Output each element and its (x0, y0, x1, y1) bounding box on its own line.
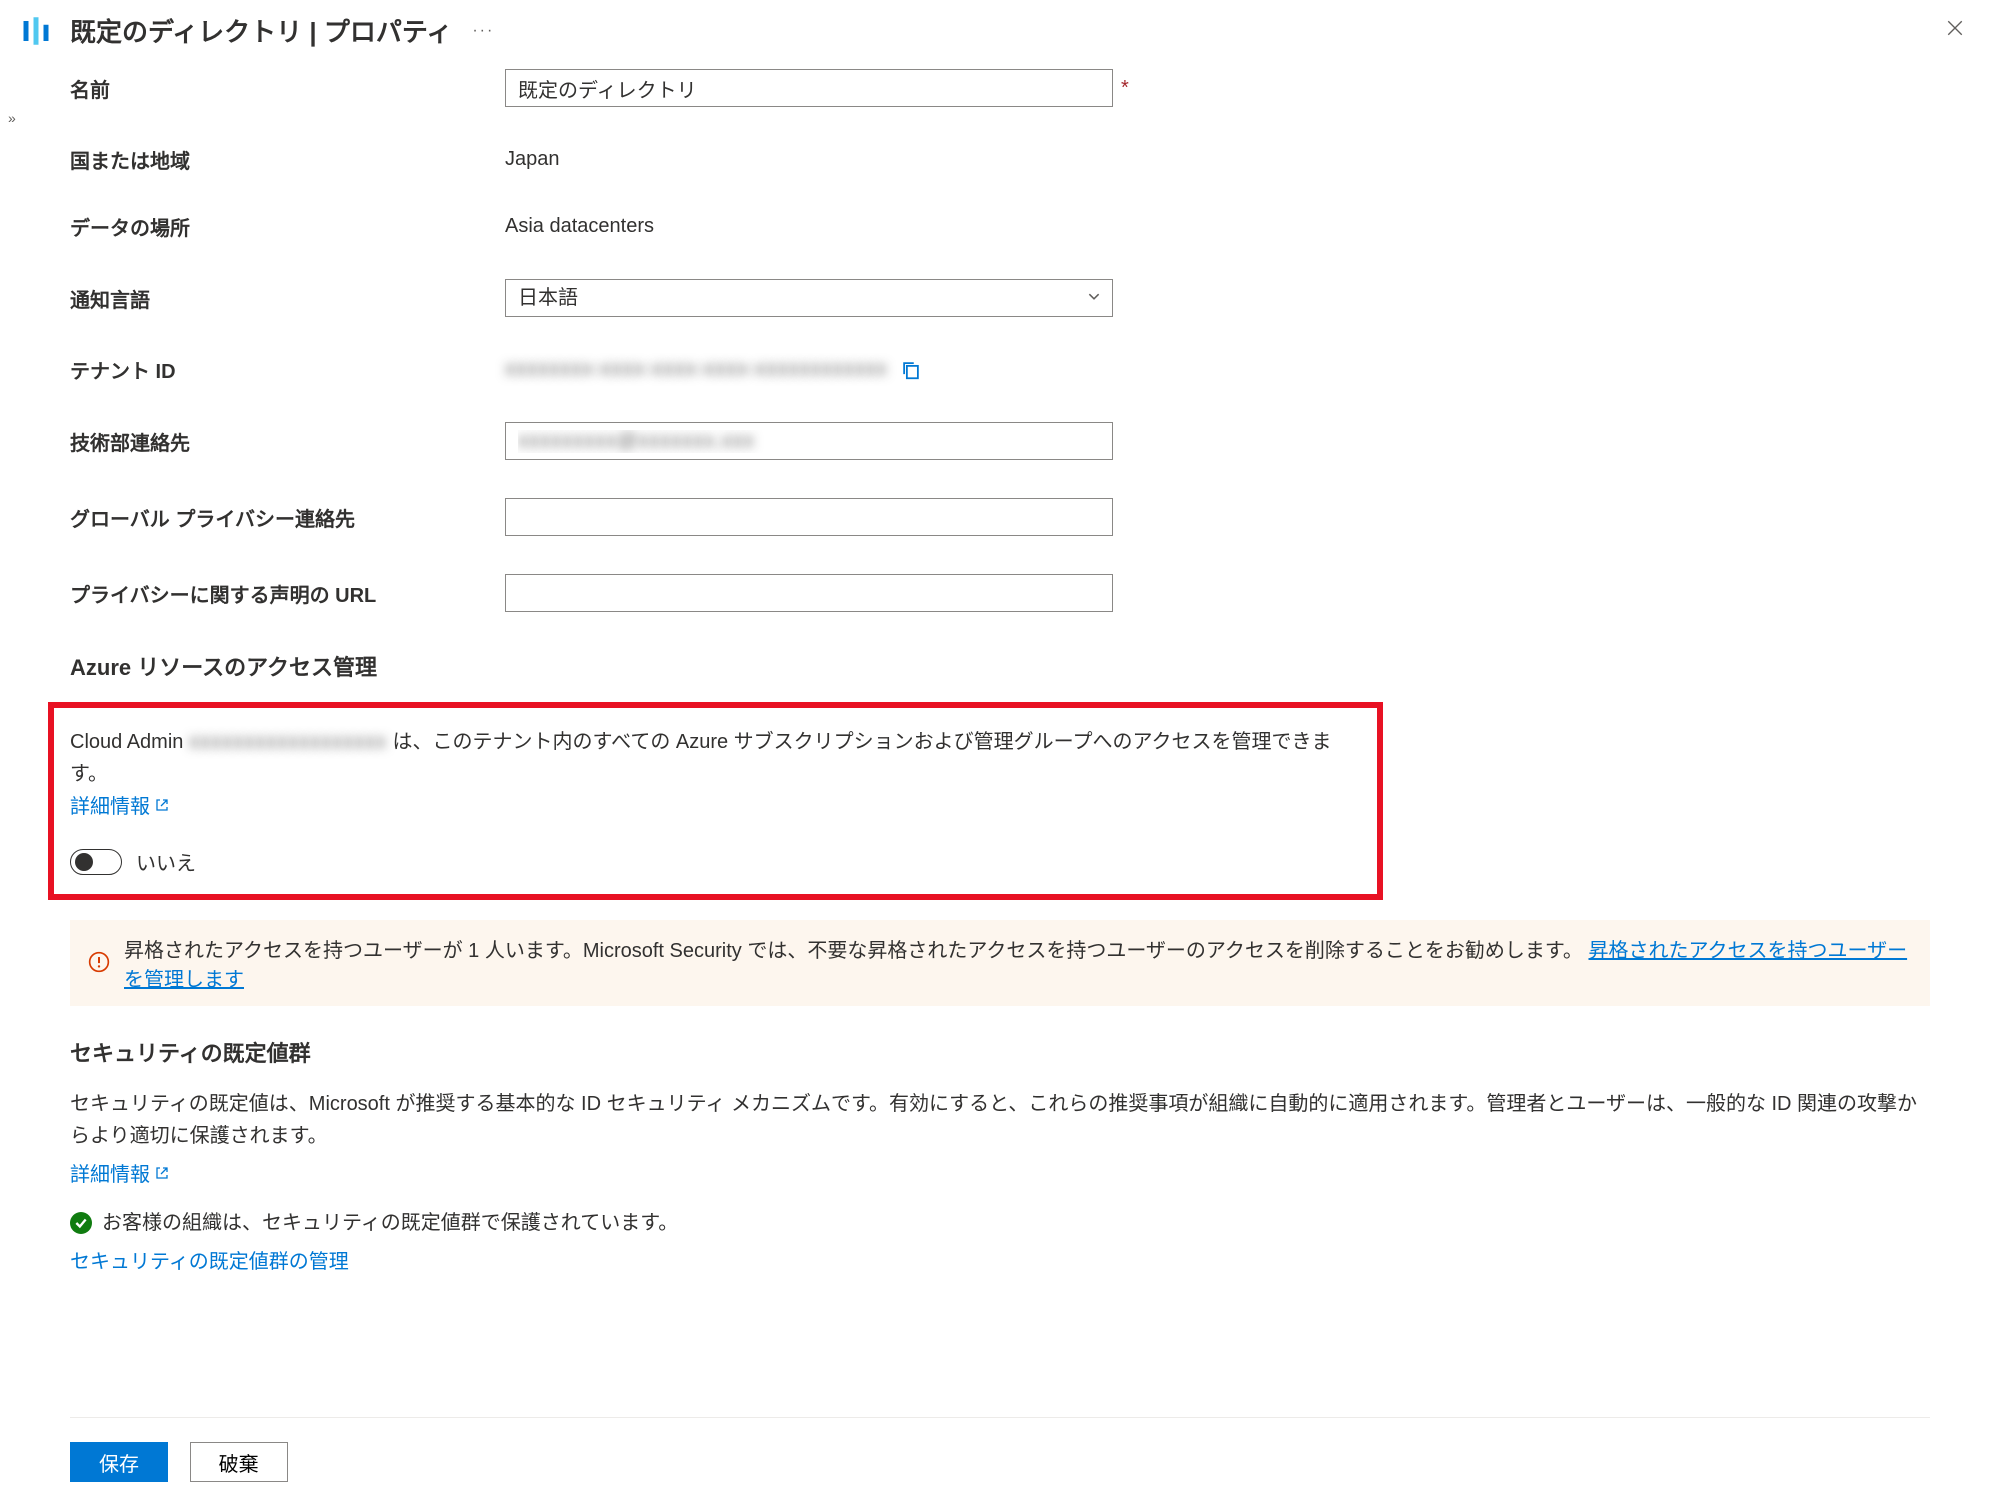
privacy-contact-input[interactable] (505, 498, 1113, 536)
notify-language-select[interactable]: 日本語 (505, 279, 1113, 317)
data-location-label: データの場所 (70, 212, 505, 241)
privacy-url-label: プライバシーに関する声明の URL (70, 579, 505, 608)
azure-access-toggle-label: いいえ (136, 847, 196, 876)
azure-ad-icon (20, 15, 52, 47)
azure-access-highlight: Cloud Admin xxxxxxxxxxxxxxxxxx は、このテナント内… (48, 702, 1383, 900)
manage-security-defaults-link[interactable]: セキュリティの既定値群の管理 (70, 1245, 349, 1274)
close-icon[interactable] (1940, 13, 1970, 48)
required-asterisk: * (1121, 77, 1129, 100)
security-defaults-description: セキュリティの既定値は、Microsoft が推奨する基本的な ID セキュリテ… (70, 1088, 1930, 1152)
expand-panel-icon[interactable]: » (8, 110, 12, 126)
external-link-icon (154, 1165, 170, 1181)
toggle-knob (75, 853, 93, 871)
external-link-icon (154, 797, 170, 813)
page-title: 既定のディレクトリ | プロパティ (70, 12, 452, 49)
info-icon (88, 951, 110, 976)
azure-access-toggle[interactable] (70, 849, 122, 875)
save-button[interactable]: 保存 (70, 1442, 168, 1482)
copy-icon[interactable] (900, 359, 922, 381)
page-header: 既定のディレクトリ | プロパティ ··· (0, 0, 2000, 69)
banner-text: 昇格されたアクセスを持つユーザーが 1 人います。Microsoft Secur… (124, 934, 1912, 992)
tenant-id-value: xxxxxxxx-xxxx-xxxx-xxxx-xxxxxxxxxxxx (505, 358, 888, 381)
tech-contact-label: 技術部連絡先 (70, 427, 505, 456)
security-defaults-status: お客様の組織は、セキュリティの既定値群で保護されています。 (102, 1207, 678, 1239)
azure-access-more-info-link[interactable]: 詳細情報 (70, 790, 170, 819)
azure-access-section-title: Azure リソースのアクセス管理 (70, 650, 1930, 682)
privacy-contact-label: グローバル プライバシー連絡先 (70, 503, 505, 532)
azure-access-description: Cloud Admin xxxxxxxxxxxxxxxxxx は、このテナント内… (70, 726, 1361, 790)
data-location-value: Asia datacenters (505, 215, 654, 238)
success-check-icon (70, 1212, 92, 1234)
elevated-access-banner: 昇格されたアクセスを持つユーザーが 1 人います。Microsoft Secur… (70, 920, 1930, 1006)
notify-language-label: 通知言語 (70, 284, 505, 313)
footer-divider (70, 1417, 1930, 1418)
tenant-id-label: テナント ID (70, 355, 505, 384)
security-defaults-more-info-link[interactable]: 詳細情報 (70, 1158, 170, 1187)
more-menu-icon[interactable]: ··· (472, 22, 494, 40)
security-defaults-section-title: セキュリティの既定値群 (70, 1036, 1930, 1068)
discard-button[interactable]: 破棄 (190, 1442, 288, 1482)
name-label: 名前 (70, 74, 505, 103)
name-input[interactable] (505, 69, 1113, 107)
footer: 保存 破棄 (70, 1417, 1930, 1482)
country-value: Japan (505, 148, 560, 171)
privacy-url-input[interactable] (505, 574, 1113, 612)
country-label: 国または地域 (70, 145, 505, 174)
tech-contact-input[interactable] (505, 422, 1113, 460)
